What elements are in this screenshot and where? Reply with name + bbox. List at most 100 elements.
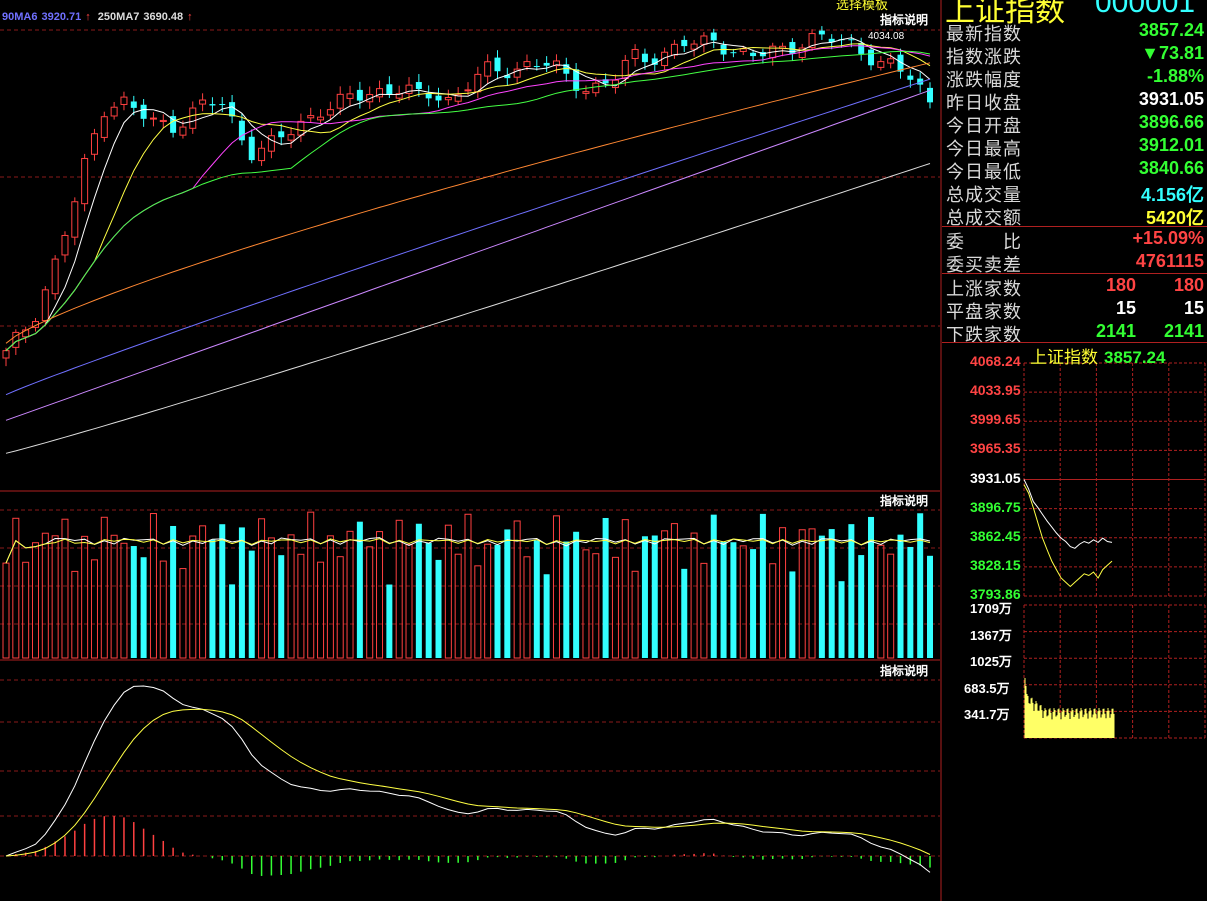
candle-body	[582, 91, 590, 94]
quote-up-count: 上涨家数 180 180	[946, 275, 1204, 300]
indicator-help-button-price[interactable]: 指标说明	[878, 11, 931, 28]
up-arrow-icon: ↑	[187, 11, 193, 23]
volume-bar	[877, 544, 885, 659]
candle-body	[690, 43, 698, 50]
peak-price-label: 4034.08	[868, 31, 905, 42]
volume-bar	[425, 543, 432, 658]
volume-bar	[631, 570, 639, 659]
candle-body	[631, 48, 639, 59]
volume-bar	[346, 530, 354, 659]
quote-weicha: 委买卖差 4761115	[946, 251, 1204, 276]
volume-bar	[710, 514, 717, 658]
quote-flat-count: 平盘家数 15 15	[946, 298, 1204, 323]
volume-bar	[41, 532, 49, 659]
volume-bar	[170, 525, 177, 658]
mini-price-line	[1023, 479, 1113, 549]
candle-body	[533, 65, 540, 67]
candle-body	[51, 258, 59, 295]
volume-bar	[848, 524, 855, 658]
volume-bar	[238, 527, 245, 658]
quote-volume: 总成交量 4.156亿	[946, 185, 1204, 206]
candle-body	[159, 119, 167, 123]
mini-volume-tick: 683.5万	[964, 680, 1010, 696]
volume-bar	[651, 535, 658, 658]
volume-bar	[140, 557, 147, 658]
candle-body	[750, 52, 757, 57]
candle-body	[887, 58, 895, 64]
candle-body	[2, 350, 10, 359]
candle-body	[199, 99, 207, 105]
volume-bar	[927, 555, 933, 658]
mini-price-tick: 3896.75	[970, 498, 1021, 515]
quote-down-count: 下跌家数 2141 2141	[946, 321, 1204, 346]
candle-body	[336, 93, 344, 109]
candle-body	[120, 96, 128, 105]
quote-change: 指数涨跌 ▼73.81	[946, 43, 1204, 68]
candle-body	[907, 75, 914, 80]
candle-body	[278, 131, 285, 138]
candle-body	[425, 93, 432, 99]
volume-bar	[120, 542, 128, 659]
volume-bar	[582, 549, 590, 659]
volume-bar	[287, 534, 295, 659]
volume-bar	[435, 559, 442, 658]
volume-bar	[798, 529, 806, 659]
candle-body	[356, 89, 363, 101]
volume-bar	[484, 543, 492, 659]
volume-bar	[474, 565, 482, 659]
mini-chart-title: 上证指数 3857.24	[1030, 348, 1166, 367]
candle-body	[484, 61, 492, 77]
volume-bar	[81, 535, 89, 659]
ma120-line	[5, 89, 931, 421]
volume-bar	[307, 511, 315, 659]
candle-body	[71, 201, 79, 238]
volume-bar	[789, 571, 796, 658]
candle-body	[100, 116, 108, 138]
ma90-line	[5, 78, 931, 396]
mini-price-tick: 4068.24	[970, 353, 1021, 369]
up-arrow-icon: ↑	[85, 11, 91, 23]
candle-body	[287, 134, 295, 141]
volume-bar	[317, 561, 325, 659]
volume-bar	[690, 532, 698, 659]
candle-body	[868, 49, 875, 66]
volume-bar	[887, 553, 895, 659]
indicator-help-button-macd[interactable]: 指标说明	[878, 662, 931, 679]
volume-bar	[681, 568, 688, 658]
indicator-help-button-volume[interactable]: 指标说明	[878, 492, 931, 509]
ma250-line	[5, 163, 931, 454]
volume-bar	[533, 540, 540, 658]
volume-bar	[552, 515, 560, 659]
moving-average-lines	[5, 37, 931, 454]
candle-body	[543, 62, 550, 66]
mini-price-tick: 3999.65	[970, 411, 1021, 428]
volume-bar	[22, 561, 30, 659]
volume-bar	[415, 523, 422, 658]
candle-body	[229, 102, 236, 117]
volume-bar	[229, 584, 236, 658]
candle-body	[219, 104, 226, 106]
volume-bar	[376, 531, 384, 659]
candle-body	[209, 104, 216, 106]
mini-volume-tick: 341.7万	[964, 707, 1010, 723]
candle-body	[730, 52, 737, 54]
divider	[942, 226, 1207, 227]
chart-grid	[0, 0, 942, 901]
volume-bar	[739, 545, 747, 659]
mini-volume-tick: 1367万	[970, 627, 1012, 643]
candle-body	[739, 48, 747, 52]
volume-bar	[700, 562, 708, 659]
candle-body	[307, 115, 315, 119]
candle-body	[90, 133, 98, 155]
volume-bar	[444, 524, 452, 659]
quote-weibi: 委 比 +15.09%	[946, 228, 1204, 253]
candle-body	[877, 61, 885, 68]
volume-bar	[818, 535, 825, 658]
candle-body	[848, 39, 855, 41]
candle-body	[415, 82, 422, 89]
volume-bar	[917, 513, 924, 658]
volume-bar	[2, 562, 10, 659]
candle-body	[494, 57, 501, 72]
candle-body	[248, 136, 255, 161]
index-code: 000001	[1095, 0, 1196, 19]
